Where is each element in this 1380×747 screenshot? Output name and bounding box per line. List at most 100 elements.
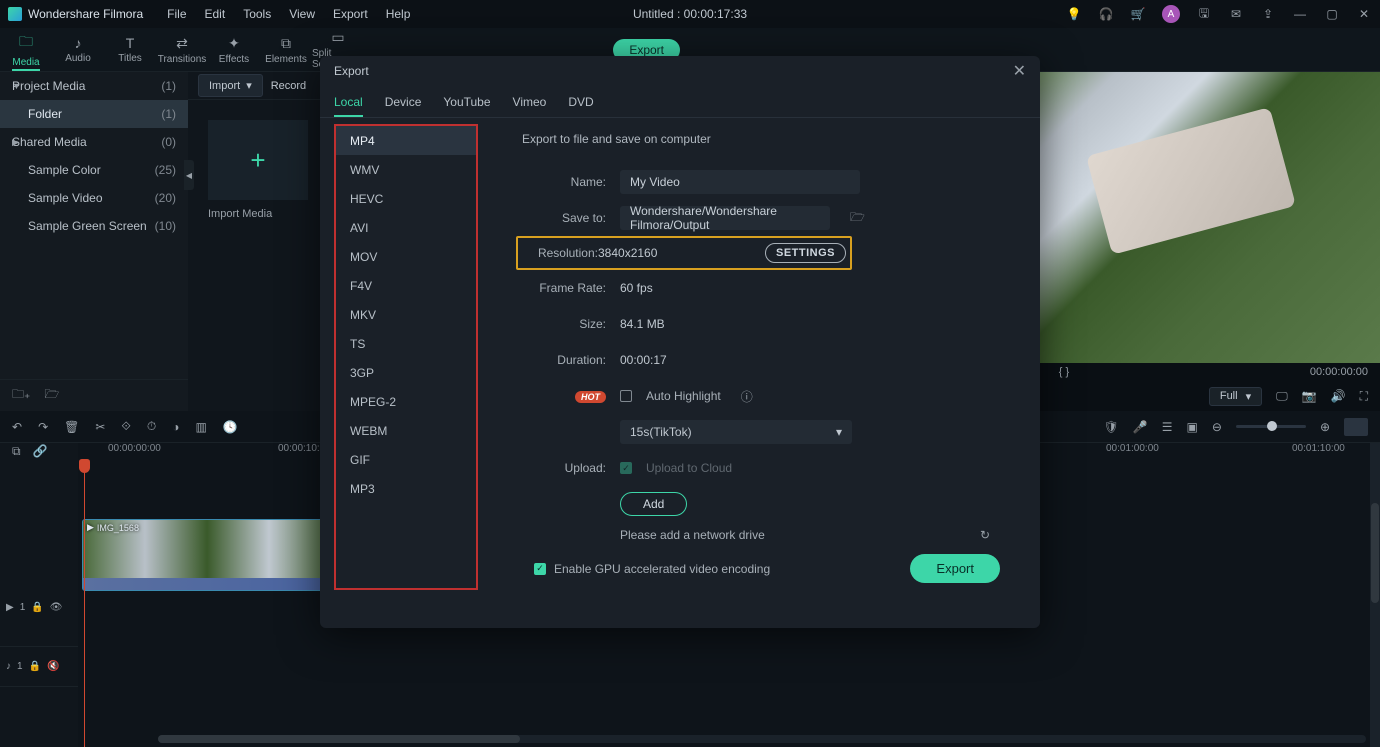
timeline-scrollbar[interactable] xyxy=(158,735,1366,743)
lock-icon[interactable]: 🔒 xyxy=(29,661,41,672)
zoom-out-icon[interactable]: ⊖ xyxy=(1212,420,1222,434)
undo-icon[interactable]: ↶ xyxy=(12,420,22,434)
avatar[interactable]: A xyxy=(1162,5,1180,23)
maximize-icon[interactable]: ▢ xyxy=(1324,6,1340,22)
range-icon[interactable]: ▣ xyxy=(1187,420,1198,434)
speed-icon[interactable]: ⏱ xyxy=(147,419,156,434)
marker-icon[interactable]: 🛡 xyxy=(1104,420,1119,434)
tab-dvd[interactable]: DVD xyxy=(568,86,593,117)
menu-edit[interactable]: Edit xyxy=(205,7,226,21)
sidebar-sample-video[interactable]: Sample Video(20) xyxy=(0,184,188,212)
import-button[interactable]: Import▾ xyxy=(198,74,263,97)
save-icon[interactable]: 🖫 xyxy=(1196,6,1212,22)
refresh-icon[interactable]: ↻ xyxy=(980,528,990,542)
menu-help[interactable]: Help xyxy=(386,7,411,21)
format-3gp[interactable]: 3GP xyxy=(336,358,476,387)
tab-local[interactable]: Local xyxy=(334,86,363,117)
format-avi[interactable]: AVI xyxy=(336,213,476,242)
menu-tools[interactable]: Tools xyxy=(243,7,271,21)
crop-icon[interactable]: ⟐ xyxy=(121,419,130,434)
gpu-checkbox[interactable] xyxy=(534,563,546,575)
playhead[interactable] xyxy=(84,459,85,747)
video-track-number: 1 xyxy=(20,602,26,613)
format-mp3[interactable]: MP3 xyxy=(336,474,476,503)
folder-open-icon[interactable]: 🗁 xyxy=(44,385,59,406)
tab-transitions[interactable]: ⇄Transitions xyxy=(156,28,208,71)
close-icon[interactable]: ✕ xyxy=(1356,6,1372,22)
format-mp4[interactable]: MP4 xyxy=(336,126,476,155)
format-f4v[interactable]: F4V xyxy=(336,271,476,300)
saveto-input[interactable]: Wondershare/Wondershare Filmora/Output xyxy=(620,206,830,230)
cart-icon[interactable]: 🛒 xyxy=(1130,6,1146,22)
info-icon[interactable]: ⓘ xyxy=(741,388,753,405)
format-webm[interactable]: WEBM xyxy=(336,416,476,445)
tab-vimeo[interactable]: Vimeo xyxy=(513,86,547,117)
upload-icon[interactable]: ⇪ xyxy=(1260,6,1276,22)
import-media-tile[interactable]: + xyxy=(208,120,308,200)
tab-titles[interactable]: TTitles xyxy=(104,28,156,71)
close-icon[interactable]: ✕ xyxy=(1013,61,1026,81)
tab-elements[interactable]: ⧉Elements xyxy=(260,28,312,71)
export-confirm-button[interactable]: Export xyxy=(910,554,1000,583)
lock-icon[interactable]: 🔒 xyxy=(31,602,43,613)
audio-track-header[interactable]: ♪1 🔒 🔇 xyxy=(0,647,78,687)
sidebar-sample-green-screen[interactable]: Sample Green Screen(10) xyxy=(0,212,188,240)
tab-device[interactable]: Device xyxy=(385,86,422,117)
collapse-sidebar-icon[interactable]: ◀ xyxy=(184,160,194,190)
tab-audio[interactable]: ♪Audio xyxy=(52,28,104,71)
browse-folder-icon[interactable]: 🗁 xyxy=(850,208,865,229)
headphones-icon[interactable]: 🎧 xyxy=(1098,6,1114,22)
snapshot-icon[interactable]: 📷 xyxy=(1302,389,1317,403)
eye-icon[interactable]: 👁 xyxy=(50,602,63,613)
minimize-icon[interactable]: — xyxy=(1292,6,1308,22)
delete-icon[interactable]: 🗑 xyxy=(64,420,79,434)
format-ts[interactable]: TS xyxy=(336,329,476,358)
cut-icon[interactable]: ✂ xyxy=(95,420,105,434)
tab-effects[interactable]: ✦Effects xyxy=(208,28,260,71)
greenscreen-icon[interactable]: ▥ xyxy=(196,420,207,434)
fullscreen-icon[interactable]: ⛶ xyxy=(1360,389,1368,404)
zoom-in-icon[interactable]: ⊕ xyxy=(1320,420,1330,434)
sidebar-folder[interactable]: Folder(1) xyxy=(0,100,188,128)
sidebar-project-media[interactable]: ▼Project Media(1) xyxy=(0,72,188,100)
menu-file[interactable]: File xyxy=(167,7,186,21)
sidebar-sample-color[interactable]: Sample Color(25) xyxy=(0,156,188,184)
message-icon[interactable]: ✉ xyxy=(1228,6,1244,22)
menu-view[interactable]: View xyxy=(289,7,315,21)
tab-youtube[interactable]: YouTube xyxy=(443,86,490,117)
tab-media[interactable]: 🗀Media xyxy=(0,28,52,71)
mic-icon[interactable]: 🎤 xyxy=(1133,420,1148,434)
upload-cloud-label: Upload to Cloud xyxy=(646,461,732,475)
color-icon[interactable]: ◑ xyxy=(172,420,179,434)
timeline-scrollbar-vertical[interactable] xyxy=(1370,443,1380,747)
name-input[interactable]: My Video xyxy=(620,170,860,194)
zoom-slider[interactable] xyxy=(1236,425,1306,428)
sidebar-shared-media[interactable]: ▶Shared Media(0) xyxy=(0,128,188,156)
add-button[interactable]: Add xyxy=(620,492,687,516)
idea-icon[interactable]: 💡 xyxy=(1066,6,1082,22)
format-mkv[interactable]: MKV xyxy=(336,300,476,329)
format-mov[interactable]: MOV xyxy=(336,242,476,271)
mute-icon[interactable]: 🔇 xyxy=(47,661,59,672)
format-hevc[interactable]: HEVC xyxy=(336,184,476,213)
format-wmv[interactable]: WMV xyxy=(336,155,476,184)
quality-select[interactable]: Full▾ xyxy=(1209,387,1262,406)
redo-icon[interactable]: ↷ xyxy=(38,420,48,434)
auto-highlight-checkbox[interactable] xyxy=(620,390,632,402)
volume-icon[interactable]: 🔊 xyxy=(1331,389,1346,403)
size-label: Size: xyxy=(522,317,606,331)
format-mpeg2[interactable]: MPEG-2 xyxy=(336,387,476,416)
zoom-fit-icon[interactable] xyxy=(1344,418,1368,436)
format-gif[interactable]: GIF xyxy=(336,445,476,474)
clock-icon[interactable]: 🕓 xyxy=(223,420,238,434)
menu-export[interactable]: Export xyxy=(333,7,368,21)
preset-select[interactable]: 15s(TikTok)▾ xyxy=(620,420,852,444)
settings-button[interactable]: SETTINGS xyxy=(765,243,846,263)
new-folder-icon[interactable]: 🗀₊ xyxy=(12,385,30,406)
mixer-icon[interactable]: ☰ xyxy=(1162,420,1173,434)
display-icon[interactable]: 🖵 xyxy=(1276,389,1288,404)
record-button[interactable]: Record xyxy=(271,80,306,92)
link-icon[interactable]: 🔗 xyxy=(33,444,48,458)
video-track-header[interactable]: ▶1 🔒 👁 xyxy=(0,569,78,647)
copy-icon[interactable]: ⧉ xyxy=(12,444,21,459)
